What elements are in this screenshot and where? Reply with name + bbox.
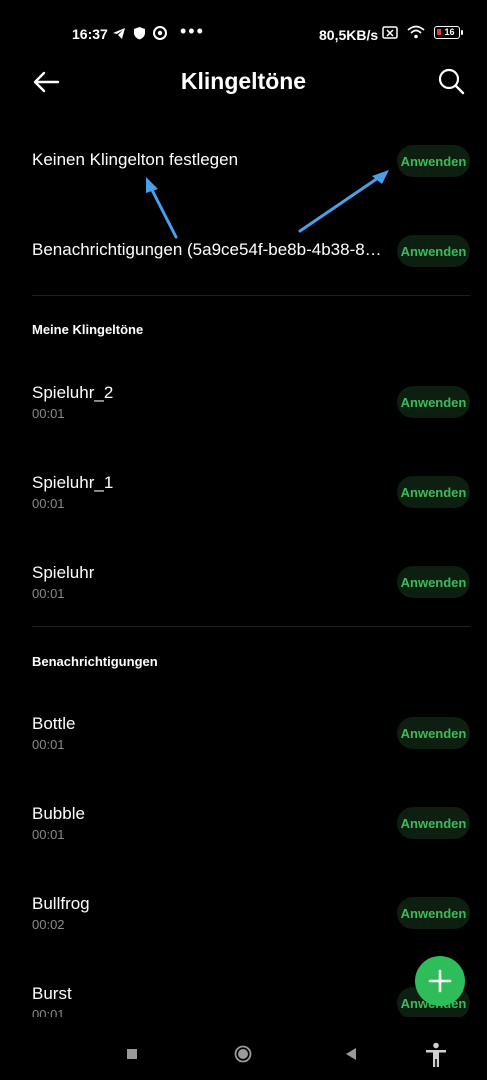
apply-button[interactable]: Anwenden — [397, 386, 470, 418]
back-triangle-icon[interactable] — [344, 1047, 358, 1061]
apply-button[interactable]: Anwenden — [397, 235, 470, 267]
more-notifications-indicator: ••• — [180, 21, 205, 41]
section-header-my-ringtones: Meine Klingeltöne — [32, 322, 144, 337]
apply-button[interactable]: Anwenden — [397, 476, 470, 508]
list-item[interactable]: Bubble 00:01 Anwenden — [0, 801, 487, 845]
status-notification-icons — [112, 26, 167, 40]
page-title: Klingeltöne — [180, 68, 307, 94]
ringtone-duration: 00:01 — [32, 827, 65, 842]
section-header-notifications: Benachrichtigungen — [32, 654, 158, 669]
divider — [32, 295, 470, 296]
ringtone-name: Bubble — [32, 804, 85, 823]
list-item-notification-default[interactable]: Benachrichtigungen (5a9ce54f-be8b-4b38-8… — [0, 230, 487, 272]
ringtone-duration: 00:01 — [32, 1007, 65, 1017]
plus-icon — [428, 969, 452, 993]
ringtone-name: Spieluhr_1 — [32, 473, 114, 492]
apply-button[interactable]: Anwenden — [397, 566, 470, 598]
ringtone-name: Burst — [32, 984, 72, 1003]
ringtone-duration: 00:01 — [32, 406, 65, 421]
ringtone-name: Spieluhr — [32, 563, 95, 582]
add-ringtone-button[interactable] — [415, 956, 465, 1006]
ringtone-name: Bullfrog — [32, 894, 90, 913]
list-item[interactable]: Bottle 00:01 Anwenden — [0, 711, 487, 755]
list-item[interactable]: Spieluhr 00:01 Anwenden — [0, 560, 487, 604]
status-system-icons: 16 — [382, 25, 463, 39]
ringtone-duration: 00:01 — [32, 496, 65, 511]
status-time: 16:37 — [72, 26, 108, 42]
search-icon[interactable] — [436, 66, 466, 96]
ringtone-duration: 00:01 — [32, 737, 65, 752]
wifi-icon — [407, 25, 425, 39]
apply-button[interactable]: Anwenden — [397, 807, 470, 839]
divider — [32, 626, 470, 627]
accessibility-icon[interactable] — [424, 1042, 448, 1068]
ringtone-name: Keinen Klingelton festlegen — [32, 150, 239, 169]
recent-apps-icon[interactable] — [127, 1049, 137, 1059]
navigation-bar — [0, 1030, 487, 1080]
list-item[interactable]: Burst 00:01 Anwenden — [0, 981, 487, 1017]
ringtone-duration: 00:02 — [32, 917, 65, 932]
battery-icon: 16 — [434, 25, 463, 39]
ringtone-name: Bottle — [32, 714, 76, 733]
telegram-icon — [113, 27, 125, 39]
list-item-no-ringtone[interactable]: Keinen Klingelton festlegen Anwenden — [0, 140, 487, 182]
home-icon[interactable] — [234, 1045, 252, 1063]
no-sim-icon — [382, 25, 398, 39]
ringtone-duration: 00:01 — [32, 586, 65, 601]
app-header: Klingeltöne — [0, 52, 487, 112]
ringtone-name: Spieluhr_2 — [32, 383, 114, 402]
chrome-icon — [153, 26, 167, 40]
apply-button[interactable]: Anwenden — [397, 717, 470, 749]
list-item[interactable]: Spieluhr_1 00:01 Anwenden — [0, 470, 487, 514]
apply-button[interactable]: Anwenden — [397, 145, 470, 177]
battery-level: 16 — [444, 27, 455, 37]
list-item[interactable]: Spieluhr_2 00:01 Anwenden — [0, 380, 487, 424]
apply-button[interactable]: Anwenden — [397, 897, 470, 929]
ringtone-name: Benachrichtigungen (5a9ce54f-be8b-4b38-8… — [32, 240, 382, 259]
list-item[interactable]: Bullfrog 00:02 Anwenden — [0, 891, 487, 935]
network-speed: 80,5KB/s — [319, 27, 379, 43]
shield-icon — [134, 27, 145, 40]
